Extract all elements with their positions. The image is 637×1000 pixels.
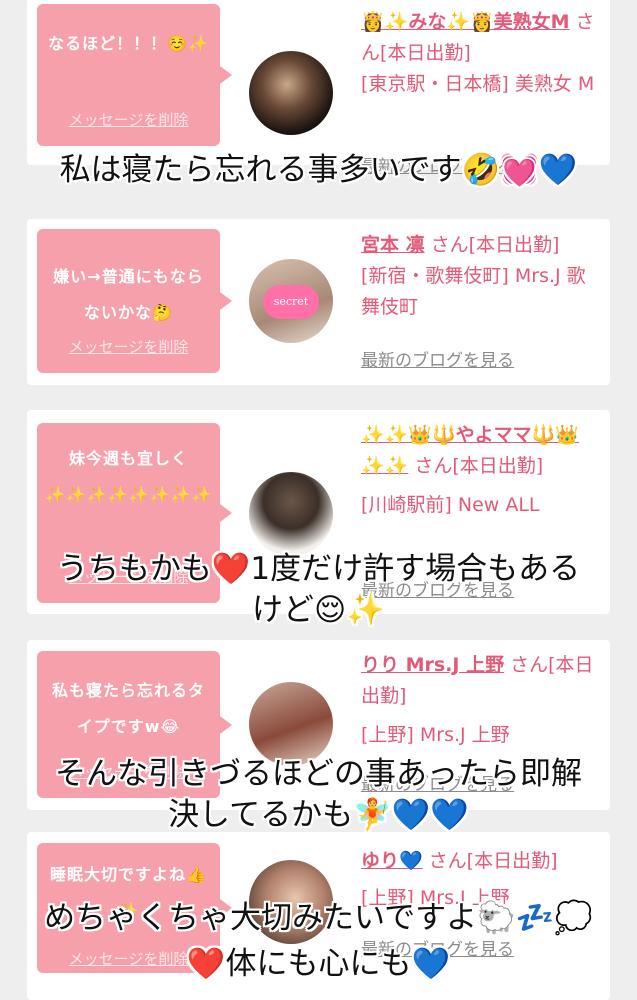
status-text: さん[本日出勤] — [428, 850, 558, 872]
status-text: さん[本日出勤] — [414, 455, 544, 477]
caption-7: ❤️体にも心にも💙 — [186, 946, 451, 982]
profile-info: 👸✨みな✨👸美熟女M さん[本日出勤] [東京駅・日本橋] 美熟女 M — [361, 7, 601, 100]
profile-info: ✨✨👑🔱やよママ🔱👑✨✨ さん[本日出勤] [川崎駅前] New ALL — [361, 420, 601, 521]
message-text: 嫌い→普通にもならないかな🤔 — [53, 267, 204, 322]
profile-info: 宮本 凛さん[本日出勤] [新宿・歌舞伎町] Mrs.J 歌舞伎町 — [361, 230, 601, 323]
message-card-2: 嫌い→普通にもならないかな🤔 メッセージを削除 secret 宮本 凛さん[本日… — [27, 219, 610, 385]
message-text: なるほど！！！☺️✨ — [48, 34, 209, 53]
message-card-1: なるほど！！！☺️✨ メッセージを削除 👸✨みな✨👸美熟女M さん[本日出勤] [… — [27, 0, 610, 177]
delete-message-link[interactable]: メッセージを削除 — [37, 109, 220, 130]
shop-area-text: [上野] Mrs.J 上野 — [361, 724, 510, 746]
profile-info: りり Mrs.J 上野 さん[本日出勤] [上野] Mrs.J 上野 — [361, 650, 601, 751]
shop-area-text: [東京駅・日本橋] 美熟女 M — [361, 73, 595, 95]
message-text: 私も寝たら忘れるタイプですw😂 — [51, 681, 205, 736]
cast-name-link[interactable]: 宮本 凛 — [361, 234, 425, 256]
caption-4: そんな引きづるほどの事あったら即解 — [55, 756, 582, 792]
avatar[interactable]: secret — [249, 259, 333, 343]
caption-5: 決してるかも🧚💙💙 — [168, 797, 469, 833]
cast-name-link[interactable]: 👸✨みな✨👸美熟女M — [361, 11, 570, 33]
delete-message-link[interactable]: メッセージを削除 — [37, 336, 220, 357]
status-text: さん[本日出勤] — [430, 234, 560, 256]
shop-area-text: [新宿・歌舞伎町] Mrs.J 歌舞伎町 — [361, 265, 586, 318]
message-text: 妹今週も宜しく✨✨✨✨✨✨✨✨ — [45, 449, 213, 504]
cast-name-link[interactable]: ゆり💙 — [361, 850, 423, 872]
message-bubble: 嫌い→普通にもならないかな🤔 メッセージを削除 — [37, 229, 232, 373]
caption-3: けど😌✨ — [252, 592, 385, 628]
avatar[interactable] — [249, 472, 333, 556]
caption-2: うちもかも❤️1度だけ許す場合もある — [56, 551, 581, 587]
caption-6: めちゃくちゃ大切みたいですよ🐑💤💭 — [44, 900, 593, 936]
cast-name-link[interactable]: りり Mrs.J 上野 — [361, 654, 504, 676]
avatar[interactable] — [249, 682, 333, 766]
message-bubble: なるほど！！！☺️✨ メッセージを削除 — [37, 4, 232, 146]
secret-heart-icon: secret — [263, 285, 319, 319]
avatar[interactable] — [249, 51, 333, 135]
caption-1: 私は寝たら忘れる事多いです🤣💓💙 — [59, 152, 578, 188]
latest-blog-link[interactable]: 最新のブログを見る — [361, 346, 514, 371]
shop-area-text: [川崎駅前] New ALL — [361, 494, 540, 516]
